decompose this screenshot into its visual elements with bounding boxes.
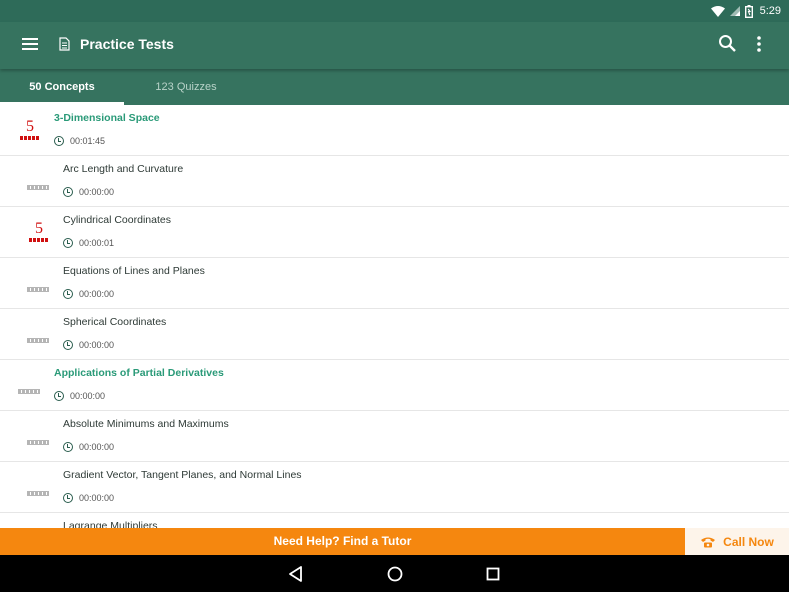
score-empty-indicator: [27, 185, 49, 190]
page-title: Practice Tests: [80, 36, 174, 52]
elapsed-time: 00:00:01: [63, 236, 114, 250]
elapsed-time: 00:00:00: [63, 185, 114, 199]
status-bar: 5:29: [0, 0, 789, 22]
tab-concepts[interactable]: 50 Concepts: [0, 69, 124, 105]
score-value: 5: [35, 220, 43, 237]
more-options-button[interactable]: [752, 34, 766, 54]
concept-title: Equations of Lines and Planes: [63, 265, 205, 277]
call-now-label: Call Now: [723, 534, 774, 549]
time-value: 00:00:00: [79, 493, 115, 503]
score-empty-indicator: [18, 389, 40, 394]
list-item[interactable]: Spherical Coordinates 00:00:00: [0, 309, 789, 360]
clock-icon: [63, 493, 73, 503]
time-value: 00:01:45: [70, 136, 106, 146]
clock-icon: [63, 187, 73, 197]
list-item[interactable]: Arc Length and Curvature 00:00:00: [0, 156, 789, 207]
score-value: 5: [26, 118, 34, 135]
time-value: 00:00:00: [79, 289, 115, 299]
list-item[interactable]: Lagrange Multipliers: [0, 513, 789, 528]
more-vert-icon: [757, 36, 761, 52]
concept-title: Spherical Coordinates: [63, 316, 167, 328]
score-bar: [20, 136, 40, 140]
score-bar: [29, 238, 49, 242]
navigation-bar: [0, 555, 789, 592]
back-icon: [289, 566, 302, 582]
score-empty-indicator: [27, 287, 49, 292]
help-bar: Need Help? Find a Tutor Call Now: [0, 528, 789, 555]
app-bar: Practice Tests: [0, 22, 789, 69]
score-badge: 5: [21, 221, 57, 242]
search-icon: [719, 35, 736, 52]
concept-title: Arc Length and Curvature: [63, 163, 184, 175]
list-item[interactable]: Applications of Partial Derivatives 00:0…: [0, 360, 789, 411]
time-value: 00:00:00: [79, 340, 115, 350]
status-icons: 5:29: [710, 3, 781, 19]
time-value: 00:00:00: [79, 442, 115, 452]
score-empty-indicator: [27, 491, 49, 496]
concept-title: Gradient Vector, Tangent Planes, and Nor…: [63, 469, 302, 481]
recents-button[interactable]: [483, 564, 503, 584]
list-item[interactable]: 5 3-Dimensional Space 00:01:45: [0, 105, 789, 156]
battery-icon: [744, 4, 753, 18]
concept-title: Lagrange Multipliers: [63, 520, 158, 528]
find-tutor-button[interactable]: Need Help? Find a Tutor: [0, 528, 685, 555]
clock-icon: [54, 391, 64, 401]
back-button[interactable]: [286, 564, 306, 584]
elapsed-time: 00:00:00: [63, 287, 114, 301]
tab-bar: 50 Concepts 123 Quizzes: [0, 69, 789, 105]
concept-list: 5 3-Dimensional Space 00:01:45 Arc Lengt…: [0, 105, 789, 528]
recents-icon: [486, 567, 500, 581]
time-value: 00:00:01: [79, 238, 115, 248]
home-icon: [387, 566, 403, 582]
elapsed-time: 00:00:00: [54, 389, 105, 403]
tab-quizzes[interactable]: 123 Quizzes: [124, 69, 248, 105]
clock-icon: [63, 238, 73, 248]
concept-title: Absolute Minimums and Maximums: [63, 418, 229, 430]
search-button[interactable]: [718, 34, 738, 54]
section-title: Applications of Partial Derivatives: [54, 367, 224, 379]
wifi-icon: [710, 5, 725, 17]
elapsed-time: 00:00:00: [63, 338, 114, 352]
call-now-button[interactable]: Call Now: [685, 528, 789, 555]
menu-button[interactable]: [22, 37, 40, 51]
clock-icon: [63, 289, 73, 299]
section-title: 3-Dimensional Space: [54, 112, 160, 124]
score-empty-indicator: [27, 338, 49, 343]
document-icon: [59, 37, 70, 51]
time-value: 00:00:00: [70, 391, 106, 401]
time-value: 00:00:00: [79, 187, 115, 197]
clock-icon: [54, 136, 64, 146]
clock-icon: [63, 340, 73, 350]
list-item[interactable]: Absolute Minimums and Maximums 00:00:00: [0, 411, 789, 462]
elapsed-time: 00:00:00: [63, 491, 114, 505]
elapsed-time: 00:00:00: [63, 440, 114, 454]
score-badge: 5: [12, 119, 48, 140]
home-button[interactable]: [385, 564, 405, 584]
phone-icon: [701, 537, 716, 547]
clock-icon: [63, 442, 73, 452]
list-item[interactable]: Gradient Vector, Tangent Planes, and Nor…: [0, 462, 789, 513]
score-empty-indicator: [27, 440, 49, 445]
elapsed-time: 00:01:45: [54, 134, 105, 148]
list-item[interactable]: 5 Cylindrical Coordinates 00:00:01: [0, 207, 789, 258]
menu-icon: [22, 38, 38, 40]
concept-title: Cylindrical Coordinates: [63, 214, 171, 226]
list-item[interactable]: Equations of Lines and Planes 00:00:00: [0, 258, 789, 309]
status-time: 5:29: [759, 5, 781, 17]
signal-icon: [729, 6, 740, 16]
